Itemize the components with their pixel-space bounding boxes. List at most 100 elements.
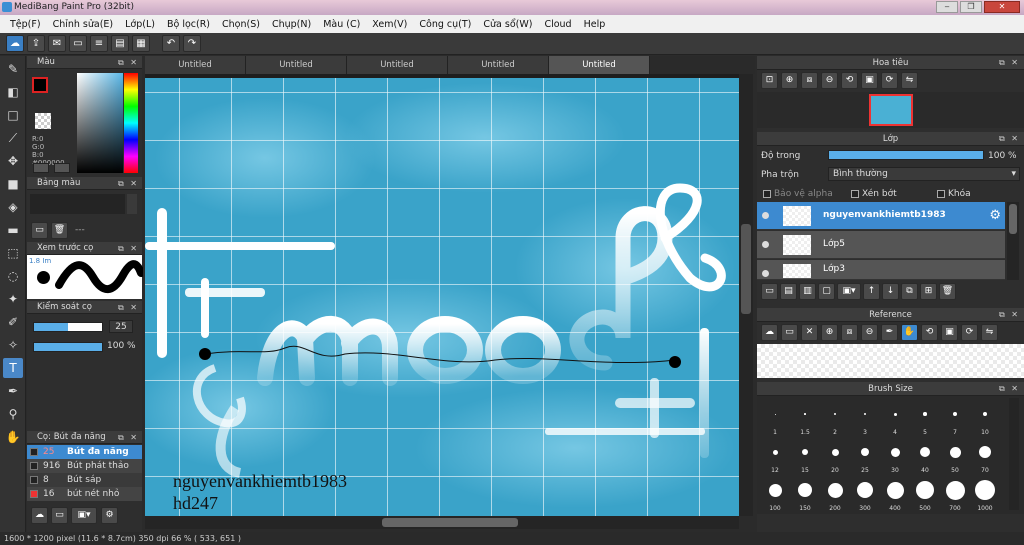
new-8bit-layer-icon[interactable]: ▥ [799,283,816,300]
panel-controls-icon[interactable]: ⧉ ✕ [118,431,139,444]
new-layer-icon[interactable]: ▭ [761,283,778,300]
brush-size-option[interactable]: 1.5 [791,400,819,436]
menu-snap[interactable]: Chụp(N) [266,19,317,30]
brush-size-option[interactable]: 70 [971,438,999,474]
brush-item[interactable]: 8 Bút sáp [27,473,142,487]
brush-size-slider[interactable] [33,322,103,332]
brush-menu-icon[interactable]: ▣▾ [71,507,97,524]
document-icon[interactable]: ≡ [90,35,108,52]
brush-size-option[interactable]: 700 [941,476,969,512]
brush-size-option[interactable]: 1 [761,400,789,436]
panel-controls-icon[interactable]: ⧉ ✕ [999,56,1020,70]
line-tool-icon[interactable]: ⟋ [3,128,23,148]
panel-controls-icon[interactable]: ⧉ ✕ [118,242,139,255]
panel-controls-icon[interactable]: ⧉ ✕ [999,132,1020,146]
layer-visibility-icon[interactable] [762,241,769,248]
vertical-scrollbar[interactable] [739,74,753,516]
brush-size-option[interactable]: 400 [881,476,909,512]
brush-size-option[interactable]: 3 [851,400,879,436]
flip-icon[interactable]: ⇋ [901,72,918,89]
palette-scrollbar[interactable] [127,194,137,214]
close-icon[interactable]: ✕ [801,324,818,341]
rotate-left-icon[interactable]: ⟲ [841,72,858,89]
brush-size-option[interactable]: 50 [941,438,969,474]
magic-wand-tool-icon[interactable]: ✦ [3,289,23,309]
move-up-icon[interactable]: ↑ [863,283,880,300]
fit-window-icon[interactable]: ▣ [861,72,878,89]
brush-size-option[interactable]: 300 [851,476,879,512]
document-tab[interactable]: Untitled [347,56,448,74]
fill-shape-tool-icon[interactable]: ■ [3,174,23,194]
brush-size-option[interactable]: 30 [881,438,909,474]
layer-row[interactable]: Lớp5 [757,231,1005,259]
menu-select[interactable]: Chọn(S) [216,19,266,30]
select-eraser-tool-icon[interactable]: ✧ [3,335,23,355]
brush-opacity-slider[interactable] [33,342,103,352]
layer-opacity-slider[interactable] [828,150,984,160]
open-folder-icon[interactable]: ▭ [781,324,798,341]
menu-filter[interactable]: Bộ lọc(R) [161,19,216,30]
page-icon[interactable]: ▭ [69,35,87,52]
export-icon[interactable]: ⇪ [27,35,45,52]
lasso-tool-icon[interactable]: ◌ [3,266,23,286]
rotate-left-icon[interactable]: ⟲ [921,324,938,341]
blend-mode-select[interactable]: Bình thường ▾ [828,167,1020,181]
brush-item[interactable]: 16 bút nét nhỏ [27,487,142,501]
brush-size-option[interactable]: 7 [941,400,969,436]
hue-slider[interactable] [124,73,138,173]
color-mode-button-2[interactable] [54,163,70,173]
layer-scrollbar[interactable] [1007,202,1019,280]
delete-palette-icon[interactable]: 🗑 [51,222,68,239]
brush-size-option[interactable]: 10 [971,400,999,436]
brush-size-option[interactable]: 20 [821,438,849,474]
gear-icon[interactable]: ⚙ [989,208,1001,223]
brush-item[interactable]: 916 Bút phát thảo [27,459,142,473]
rotate-right-icon[interactable]: ⟳ [961,324,978,341]
grid-layout-icon[interactable]: ▦ [132,35,150,52]
panel-controls-icon[interactable]: ⧉ ✕ [118,301,139,314]
color-mode-button-1[interactable] [33,163,49,173]
brush-opacity-value[interactable]: 100 % [107,341,136,351]
menu-file[interactable]: Tệp(F) [4,19,47,30]
foreground-color-swatch[interactable] [32,77,48,93]
brush-tool-icon[interactable]: ✎ [3,59,23,79]
text-tool-icon[interactable]: T [3,358,23,378]
brush-size-scrollbar[interactable] [1009,398,1019,510]
brush-size-option[interactable]: 40 [911,438,939,474]
merge-layer-icon[interactable]: ⊞ [920,283,937,300]
brush-size-option[interactable]: 4 [881,400,909,436]
brush-size-option[interactable]: 2 [821,400,849,436]
zoom-in-icon[interactable]: ⊕ [781,72,798,89]
horizontal-scrollbar[interactable] [145,516,739,529]
eraser-tool-icon[interactable]: ◧ [3,82,23,102]
zoom-fit-icon[interactable]: ⊡ [761,72,778,89]
drawing-canvas[interactable]: nguyenvankhiemtb1983 hd247 [145,78,739,516]
lock-checkbox[interactable]: Khóa [937,189,971,199]
brush-size-option[interactable]: 500 [911,476,939,512]
select-pen-tool-icon[interactable]: ✐ [3,312,23,332]
navigator-preview[interactable] [757,92,1024,128]
menu-layer[interactable]: Lớp(L) [119,19,161,30]
menu-view[interactable]: Xem(V) [366,19,413,30]
zoom-in-icon[interactable]: ⊕ [821,324,838,341]
brush-size-option[interactable]: 15 [791,438,819,474]
comment-icon[interactable]: ✉ [48,35,66,52]
dropper-tool-icon[interactable]: ⚲ [3,404,23,424]
layer-visibility-icon[interactable] [762,212,769,219]
document-tab[interactable]: Untitled [448,56,549,74]
add-brush-cloud-icon[interactable]: ☁ [31,507,48,524]
panel-controls-icon[interactable]: ⧉ ✕ [118,56,139,69]
menu-help[interactable]: Help [578,19,612,30]
brush-size-option[interactable]: 1000 [971,476,999,512]
brush-size-option[interactable]: 200 [821,476,849,512]
hand-icon[interactable]: ✋ [901,324,918,341]
actual-size-icon[interactable]: ⧈ [801,72,818,89]
minimize-button[interactable]: ‒ [936,1,958,13]
cloud-icon[interactable]: ☁ [761,324,778,341]
brush-size-option[interactable]: 150 [791,476,819,512]
menu-window[interactable]: Cửa sổ(W) [477,19,538,30]
document-tab[interactable]: Untitled [246,56,347,74]
rotate-right-icon[interactable]: ⟳ [881,72,898,89]
panel-controls-icon[interactable]: ⧉ ✕ [118,177,139,190]
select-rect-tool-icon[interactable]: ⬚ [3,243,23,263]
